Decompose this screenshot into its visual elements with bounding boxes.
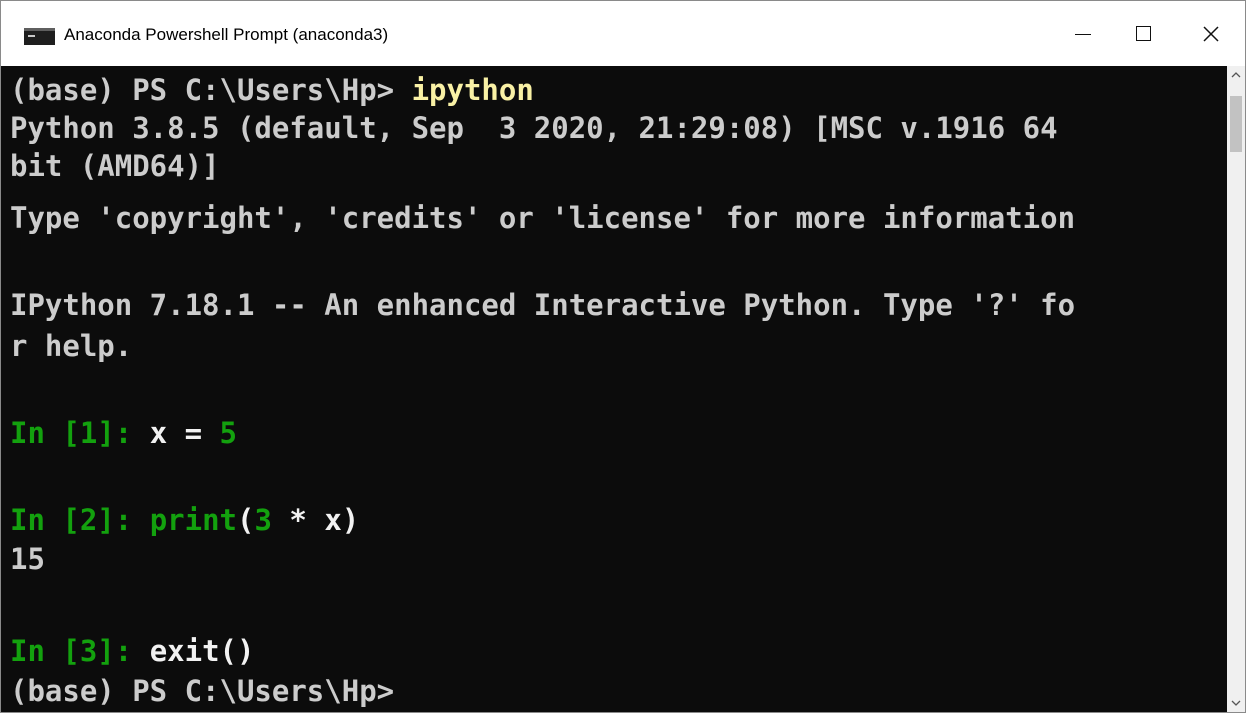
ipython-prompt: In [2]: <box>10 503 150 537</box>
scrollbar-thumb[interactable] <box>1230 96 1242 152</box>
console-line: Type 'copyright', 'credits' or 'license'… <box>10 201 1076 235</box>
ipython-code-number: 5 <box>219 416 237 450</box>
chevron-up-icon <box>1231 72 1241 78</box>
close-icon <box>1203 25 1219 42</box>
vertical-scrollbar[interactable] <box>1227 66 1245 712</box>
ipython-input-line: In [1]: x = 5 <box>10 415 237 451</box>
console-window: Anaconda Powershell Prompt (anaconda3) (… <box>0 0 1246 713</box>
console-line: IPython 7.18.1 -- An enhanced Interactiv… <box>10 288 1076 322</box>
window-title: Anaconda Powershell Prompt (anaconda3) <box>64 25 389 44</box>
maximize-icon <box>1135 26 1151 41</box>
ipython-code: exit() <box>149 634 255 668</box>
minimize-icon <box>1075 33 1091 36</box>
maximize-button[interactable] <box>1113 1 1173 66</box>
shell-prompt: (base) PS C:\Users\Hp> <box>10 73 412 107</box>
title-bar[interactable]: Anaconda Powershell Prompt (anaconda3) <box>1 1 1245 66</box>
ipython-code: * x) <box>271 503 360 537</box>
ipython-code: ( <box>237 503 255 537</box>
console-window-icon[interactable] <box>24 28 55 45</box>
shell-command: ipython <box>411 73 534 107</box>
chevron-down-icon <box>1231 700 1241 706</box>
console-line: Python 3.8.5 (default, Sep 3 2020, 21:29… <box>10 111 1058 145</box>
ipython-code: x = <box>149 416 220 450</box>
console-line: r help. <box>10 329 133 363</box>
ipython-input-line: In [2]: print(3 * x) <box>10 502 359 538</box>
ipython-prompt: In [3]: <box>10 634 150 668</box>
console-output[interactable]: (base) PS C:\Users\Hp> ipython Python 3.… <box>1 66 1227 712</box>
ipython-input-line: In [3]: exit() <box>10 633 254 669</box>
ipython-code-number: 3 <box>254 503 272 537</box>
ipython-prompt: In [1]: <box>10 416 150 450</box>
shell-prompt-line: (base) PS C:\Users\Hp> <box>10 674 395 708</box>
console-line: (base) PS C:\Users\Hp> ipython <box>10 72 534 108</box>
console-line: bit (AMD64)] <box>10 149 220 183</box>
minimize-button[interactable] <box>1053 1 1113 66</box>
ipython-output-line: 15 <box>10 542 45 576</box>
ipython-builtin: print <box>149 503 237 537</box>
close-button[interactable] <box>1181 1 1241 66</box>
scroll-down-button[interactable] <box>1227 694 1245 712</box>
scroll-up-button[interactable] <box>1227 66 1245 84</box>
